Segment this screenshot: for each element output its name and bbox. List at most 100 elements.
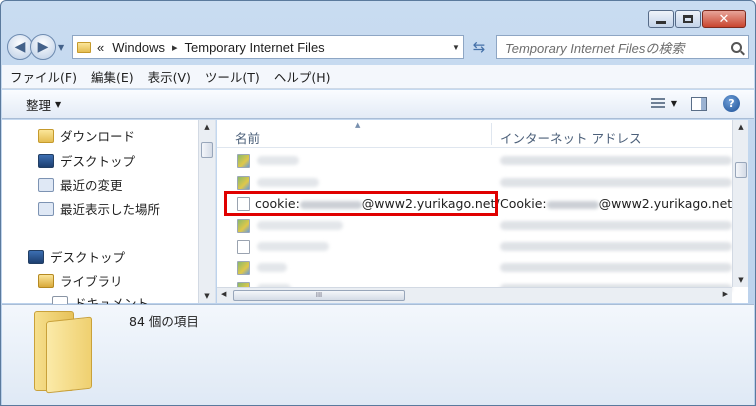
- file-list-scrollbar[interactable]: ▲ ▼: [732, 120, 748, 287]
- scroll-grip-icon: III: [315, 291, 323, 299]
- blurred-filename: [257, 178, 319, 187]
- menu-view[interactable]: 表示(V): [148, 67, 191, 86]
- file-list: ▲ 名前 インターネット アドレス cookie: @www2.yurikago.…: [217, 120, 748, 303]
- horizontal-scrollbar[interactable]: ◀ III ▶: [217, 287, 732, 303]
- image-file-icon: [237, 218, 250, 233]
- blurred-address: [500, 242, 732, 251]
- file-row[interactable]: [217, 215, 732, 236]
- nav-item-libraries[interactable]: ライブラリ: [38, 271, 123, 290]
- scroll-down-icon[interactable]: ▼: [733, 276, 748, 284]
- file-row[interactable]: [217, 172, 732, 193]
- item-count: 84 個の項目: [129, 314, 199, 329]
- nav-item-label: 最近表示した場所: [60, 202, 161, 217]
- minimize-icon: [656, 20, 666, 24]
- blurred-address: [500, 178, 732, 187]
- blurred-address: [500, 156, 732, 165]
- address-bar[interactable]: « Windows ▸ Temporary Internet Files ▼: [72, 35, 464, 59]
- search-placeholder: Temporary Internet Filesの検索: [505, 40, 685, 56]
- column-divider[interactable]: [491, 123, 492, 145]
- address-dropdown-icon[interactable]: ▼: [449, 43, 463, 52]
- menu-help[interactable]: ヘルプ(H): [274, 67, 331, 86]
- navpane-scroll-thumb[interactable]: [201, 142, 213, 158]
- blurred-filename: [257, 156, 299, 165]
- breadcrumb-windows[interactable]: Windows: [112, 40, 165, 55]
- cookie-address-prefix: Cookie:: [500, 196, 547, 211]
- nav-item-label: デスクトップ: [50, 250, 126, 265]
- breadcrumb-separator-icon[interactable]: ▸: [172, 41, 178, 54]
- breadcrumb-overflow[interactable]: «: [97, 40, 104, 55]
- image-file-icon: [237, 175, 250, 190]
- forward-arrow-icon: ▶: [37, 39, 49, 55]
- views-dropdown-icon[interactable]: ▼: [671, 99, 677, 108]
- blurred-address: [500, 263, 732, 272]
- cookie-address-suffix: @www2.yurikago.net/: [598, 196, 737, 211]
- preview-pane-icon[interactable]: [691, 96, 707, 111]
- scroll-up-icon[interactable]: ▲: [199, 123, 215, 131]
- back-arrow-icon: ◀: [14, 39, 26, 55]
- navigation-bar: ◀ ▶ ▼ « Windows ▸ Temporary Internet Fil…: [7, 33, 749, 61]
- forward-button[interactable]: ▶: [30, 34, 56, 60]
- blurred-address: [500, 221, 732, 230]
- blurred-filename: [257, 263, 287, 272]
- refresh-button[interactable]: ⇆: [466, 35, 492, 59]
- blurred-filename: [257, 221, 343, 230]
- nav-item-label: 最近の変更: [60, 178, 123, 193]
- red-highlight-box: [224, 191, 498, 216]
- nav-item-recent-changes[interactable]: 最近の変更: [38, 175, 123, 194]
- scroll-up-icon[interactable]: ▲: [733, 123, 748, 131]
- scroll-left-icon[interactable]: ◀: [221, 290, 226, 298]
- organize-button[interactable]: 整理 ▼: [26, 95, 61, 114]
- cookie-address: Cookie: @www2.yurikago.net/: [500, 196, 736, 211]
- folder-icon: [34, 311, 92, 394]
- search-input[interactable]: Temporary Internet Filesの検索: [496, 35, 749, 59]
- library-icon: [38, 273, 54, 288]
- caption-buttons: ✕: [647, 10, 746, 28]
- recent-locations-icon: [38, 201, 54, 216]
- nav-item-downloads[interactable]: ダウンロード: [38, 126, 135, 145]
- navigation-pane: ダウンロード デスクトップ 最近の変更 最近表示した場所 デスクトップ ライブラ…: [2, 120, 216, 311]
- details-pane: 84 個の項目: [2, 304, 754, 405]
- folder-icon: [77, 41, 91, 53]
- file-row[interactable]: [217, 236, 732, 257]
- blurred-filename: [257, 242, 329, 251]
- file-row[interactable]: [217, 150, 732, 171]
- desktop-icon: [28, 249, 44, 264]
- nav-item-label: ライブラリ: [60, 274, 123, 289]
- maximize-button[interactable]: [675, 10, 701, 28]
- column-internet-address[interactable]: インターネット アドレス: [500, 128, 641, 147]
- horizontal-scroll-thumb[interactable]: III: [233, 290, 405, 301]
- column-header: ▲ 名前 インターネット アドレス: [217, 120, 732, 148]
- chevron-down-icon: ▼: [58, 42, 65, 52]
- scroll-right-icon[interactable]: ▶: [723, 290, 728, 298]
- maximize-icon: [683, 15, 693, 23]
- nav-item-desktop-root[interactable]: デスクトップ: [28, 247, 125, 266]
- recent-pages-button[interactable]: ▼: [58, 43, 68, 52]
- file-list-scroll-thumb[interactable]: [735, 162, 747, 178]
- help-glyph: ?: [728, 97, 735, 110]
- organize-label: 整理: [26, 97, 52, 113]
- menu-edit[interactable]: 編集(E): [91, 67, 134, 86]
- scroll-down-icon[interactable]: ▼: [199, 292, 215, 300]
- chevron-down-icon: ▼: [55, 99, 62, 109]
- views-icon[interactable]: [650, 97, 665, 110]
- file-row[interactable]: [217, 257, 732, 278]
- help-icon[interactable]: ?: [723, 95, 740, 112]
- close-button[interactable]: ✕: [702, 10, 746, 28]
- menu-file[interactable]: ファイル(F): [10, 67, 77, 86]
- breadcrumb-temporary-internet-files[interactable]: Temporary Internet Files: [185, 40, 325, 55]
- nav-item-label: ダウンロード: [60, 129, 136, 144]
- search-icon[interactable]: [731, 41, 742, 53]
- image-file-icon: [237, 153, 250, 168]
- blank-file-icon: [237, 239, 250, 254]
- menu-tools[interactable]: ツール(T): [205, 67, 260, 86]
- menu-bar: ファイル(F) 編集(E) 表示(V) ツール(T) ヘルプ(H): [2, 65, 754, 89]
- close-icon: ✕: [718, 11, 730, 27]
- nav-item-desktop[interactable]: デスクトップ: [38, 151, 135, 170]
- command-bar: 整理 ▼ ▼ ?: [2, 90, 754, 119]
- folder-front: [46, 316, 92, 394]
- minimize-button[interactable]: [648, 10, 674, 28]
- navpane-scrollbar[interactable]: ▲ ▼: [198, 120, 215, 303]
- image-file-icon: [237, 260, 250, 275]
- column-name[interactable]: 名前: [235, 128, 260, 147]
- nav-item-recent-locations[interactable]: 最近表示した場所: [38, 199, 160, 218]
